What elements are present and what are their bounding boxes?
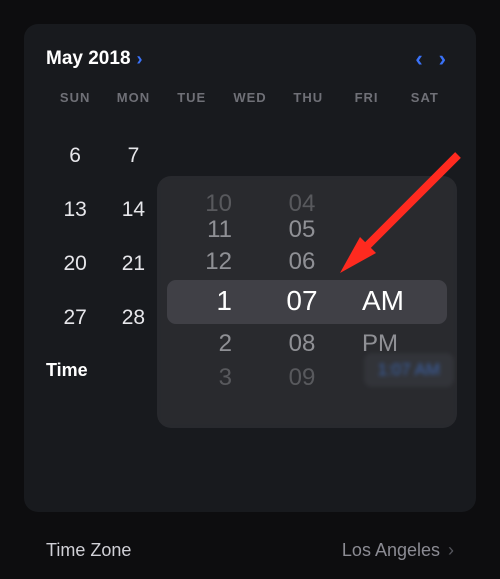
period-column[interactable]: AM PM [352, 176, 457, 428]
minute-column[interactable]: 04 05 06 07 08 09 [252, 176, 352, 428]
day-cell[interactable]: 13 [46, 198, 104, 222]
weekday-tue: TUE [163, 90, 221, 105]
hour-option[interactable]: 10 [157, 190, 252, 218]
day-cell[interactable]: 20 [46, 252, 104, 276]
period-option[interactable]: PM [352, 330, 457, 358]
hour-option[interactable]: 11 [157, 216, 252, 244]
chevron-right-icon: › [448, 540, 454, 561]
week-row: 6 7 [46, 129, 454, 183]
prev-month-button[interactable]: ‹ [407, 46, 430, 72]
time-picker-wheel[interactable]: 10 11 12 1 2 3 04 05 06 07 08 09 AM PM [157, 176, 457, 428]
minute-option[interactable]: 04 [252, 190, 352, 218]
screen: May 2018 › ‹ › SUN MON TUE WED THU FRI S… [0, 0, 500, 579]
timezone-value: Los Angeles [342, 540, 440, 561]
chevron-right-icon[interactable]: › [137, 49, 143, 70]
weekday-fri: FRI [337, 90, 395, 105]
weekday-header: SUN MON TUE WED THU FRI SAT [46, 90, 454, 105]
weekday-sat: SAT [396, 90, 454, 105]
weekday-mon: MON [104, 90, 162, 105]
hour-column[interactable]: 10 11 12 1 2 3 [157, 176, 252, 428]
next-month-button[interactable]: › [431, 46, 454, 72]
hour-option[interactable]: 12 [157, 248, 252, 276]
minute-selected[interactable]: 07 [252, 285, 352, 317]
minute-option[interactable]: 06 [252, 248, 352, 276]
day-cell[interactable]: 21 [104, 252, 162, 276]
weekday-thu: THU [279, 90, 337, 105]
period-selected[interactable]: AM [352, 285, 457, 317]
time-label: Time [46, 360, 88, 381]
weekday-wed: WED [221, 90, 279, 105]
day-cell[interactable]: 27 [46, 306, 104, 330]
hour-option[interactable]: 2 [157, 330, 252, 358]
timezone-label: Time Zone [46, 540, 131, 561]
weekday-sun: SUN [46, 90, 104, 105]
day-cell[interactable]: 14 [104, 198, 162, 222]
month-year-label[interactable]: May 2018 [46, 48, 131, 70]
timezone-row[interactable]: Time Zone Los Angeles › [24, 540, 476, 561]
hour-selected[interactable]: 1 [157, 285, 252, 317]
day-cell[interactable]: 7 [104, 144, 162, 168]
minute-option[interactable]: 08 [252, 330, 352, 358]
day-cell[interactable]: 28 [104, 306, 162, 330]
minute-option[interactable]: 09 [252, 364, 352, 392]
hour-option[interactable]: 3 [157, 364, 252, 392]
day-cell[interactable]: 6 [46, 144, 104, 168]
minute-option[interactable]: 05 [252, 216, 352, 244]
calendar-header: May 2018 › ‹ › [46, 46, 454, 72]
